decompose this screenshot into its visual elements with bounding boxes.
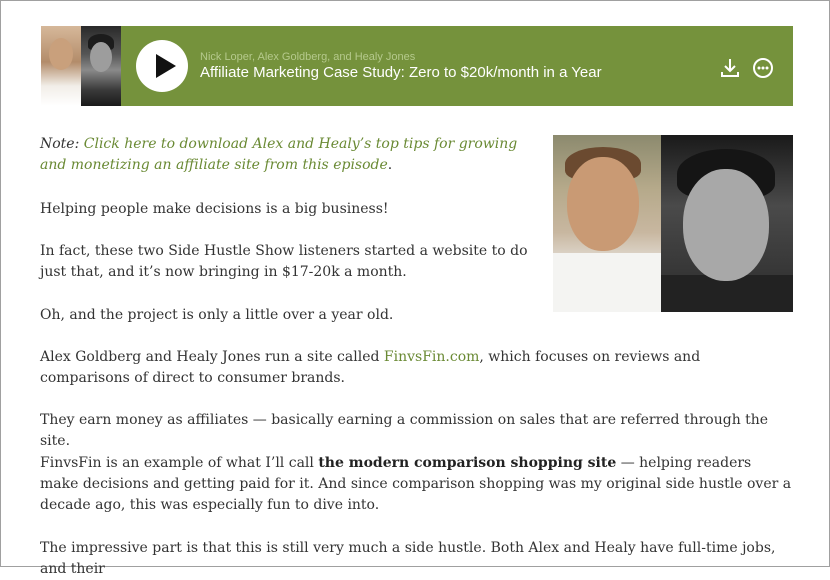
paragraph: Alex Goldberg and Healy Jones run a site… [40,347,794,389]
text: Alex Goldberg and Healy Jones run a site… [40,349,384,365]
note-end: . [387,157,393,173]
paragraph: Oh, and the project is only a little ove… [40,307,394,323]
host-thumbnail-2 [81,26,121,106]
play-button[interactable] [136,40,188,92]
host-thumbnail-1 [41,26,81,106]
photo-left-person [553,135,661,312]
face [567,157,639,251]
note-label: Note: [40,136,80,152]
photo-right-person [661,135,793,312]
paragraph: Helping people make decisions is a big b… [40,201,389,217]
episode-authors: Nick Loper, Alex Goldberg, and Healy Jon… [200,51,416,63]
paragraph: FinvsFin is an example of what I’ll call… [40,453,794,516]
download-tips-link[interactable]: Click here to download Alex and Healy’s … [40,136,517,173]
finvsfin-link[interactable]: FinvsFin.com [384,349,480,365]
text: FinvsFin is an example of what I’ll call [40,455,319,471]
host-face [90,42,112,72]
shirt [553,253,661,312]
bold-phrase: the modern comparison shopping site [318,455,617,471]
play-icon [156,54,176,78]
more-options-icon[interactable] [752,57,774,79]
podcast-player: Nick Loper, Alex Goldberg, and Healy Jon… [41,26,793,106]
note-paragraph: Note: Click here to download Alex and He… [40,134,520,176]
download-icon[interactable] [719,57,741,79]
paragraph: The impressive part is that this is stil… [40,540,776,577]
host-face [49,38,73,70]
paragraph: In fact, these two Side Hustle Show list… [40,243,528,280]
hosts-photo [553,135,793,312]
episode-title[interactable]: Affiliate Marketing Case Study: Zero to … [200,64,602,81]
face [683,169,769,281]
paragraph: They earn money as affiliates — basicall… [40,412,769,449]
